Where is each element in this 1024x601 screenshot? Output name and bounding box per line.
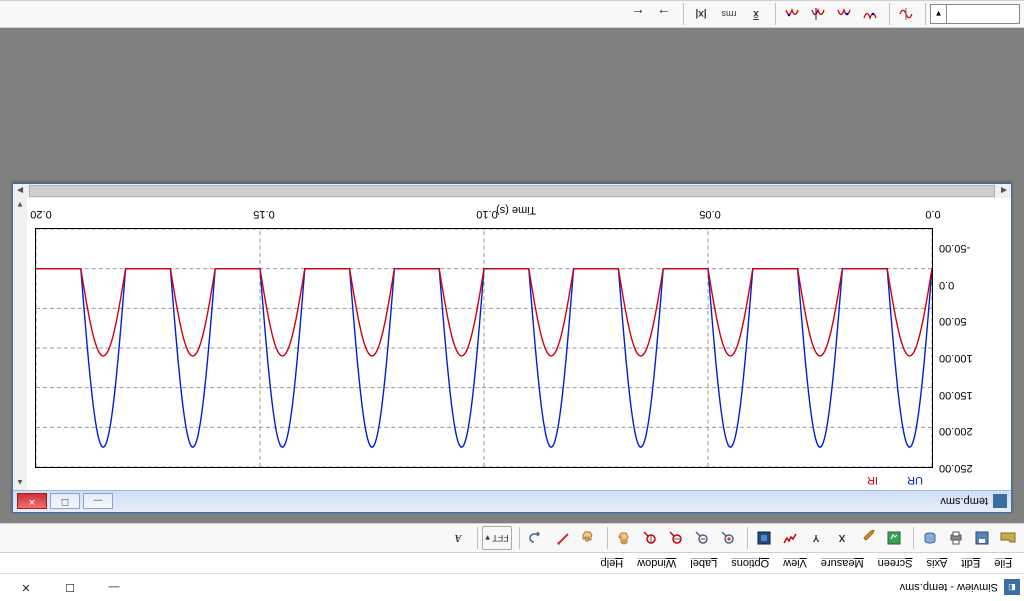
y-tick-label: 50.00 (939, 315, 1003, 327)
scroll-right-icon[interactable]: ▶ (13, 184, 27, 198)
waveform-min-icon[interactable] (858, 2, 882, 26)
menubar: File Edit Axis Screen Measure View Optio… (0, 553, 1024, 573)
x-axis-button[interactable]: X (830, 526, 854, 550)
menu-axis[interactable]: Axis (920, 556, 953, 570)
child-window-temp-smv: temp.smv — ☐ ✕ UR IR -50.00 0.0 50.00 100.0… (12, 183, 1012, 513)
x-tick-label: 0.20 (30, 208, 51, 220)
y-tick-label: 200.00 (939, 425, 1003, 437)
window-title: Simview - temp.smv (136, 582, 998, 594)
plot-canvas[interactable]: UR IR -50.00 0.0 50.00 100.00 150.00 200.00 25… (29, 202, 1003, 486)
chevron-down-icon[interactable]: ▼ (931, 5, 947, 23)
menu-measure[interactable]: Measure (815, 556, 870, 570)
menu-edit[interactable]: Edit (955, 556, 986, 570)
redraw-icon[interactable] (882, 526, 906, 550)
measure-tool-icon[interactable] (550, 526, 574, 550)
main-toolbar: X Y FFT ▾ A (0, 523, 1024, 553)
export-icon[interactable] (918, 526, 942, 550)
scroll-down-icon[interactable]: ▼ (13, 198, 27, 212)
fft-button[interactable]: FFT ▾ (482, 526, 512, 550)
app-icon: ◧ (1004, 580, 1020, 596)
plot-axes (35, 228, 933, 468)
child-hscrollbar[interactable]: ◀ ▶ (13, 184, 1011, 198)
edit-icon[interactable] (856, 526, 880, 550)
x-tick-label: 0.0 (925, 208, 940, 220)
abs-button[interactable]: |x| (688, 2, 714, 26)
waveform-peak-icon[interactable] (780, 2, 804, 26)
mdi-area: temp.smv — ☐ ✕ UR IR -50.00 0.0 50.00 100.0… (0, 28, 1024, 523)
child-body: UR IR -50.00 0.0 50.00 100.00 150.00 200.00 25… (13, 198, 1011, 490)
y-tick-label: 0.0 (939, 279, 1003, 291)
hand-grab-icon[interactable] (576, 526, 600, 550)
hand-icon[interactable] (612, 526, 636, 550)
menu-options[interactable]: Options (725, 556, 775, 570)
legend-entry-ur: UR (907, 474, 923, 486)
y-tick-label: 250.00 (939, 462, 1003, 474)
next-button[interactable]: → (652, 2, 676, 26)
zoom-y-icon[interactable] (638, 526, 662, 550)
menu-file[interactable]: File (988, 556, 1018, 570)
rms-button[interactable]: rms (716, 2, 742, 26)
zoom-out-icon[interactable] (690, 526, 714, 550)
autoscale-icon[interactable] (778, 526, 802, 550)
waveform-max-icon[interactable] (832, 2, 856, 26)
legend-entry-ir: IR (867, 474, 878, 486)
hscroll-thumb[interactable] (29, 185, 995, 197)
annotate-button[interactable]: A (446, 526, 470, 550)
trace-select-combo[interactable]: ▼ (930, 4, 1020, 24)
y-axis-button[interactable]: Y (804, 526, 828, 550)
menu-window[interactable]: Window (631, 556, 682, 570)
waveform-1-icon[interactable] (894, 2, 918, 26)
prev-button[interactable]: ← (626, 2, 650, 26)
print-icon[interactable] (944, 526, 968, 550)
minimize-button[interactable]: — (92, 575, 136, 601)
x-axis-label: Time (s) (496, 204, 536, 216)
menu-view[interactable]: View (777, 556, 813, 570)
secondary-toolbar: ▼ x̄ rms |x| → ← (0, 0, 1024, 28)
child-vscrollbar[interactable]: ▲ ▼ (13, 198, 27, 490)
scroll-up-icon[interactable]: ▲ (13, 476, 27, 490)
menu-screen[interactable]: Screen (872, 556, 919, 570)
y-tick-label: 100.00 (939, 352, 1003, 364)
x-tick-label: 0.10 (476, 208, 497, 220)
maximize-button[interactable]: ☐ (48, 575, 92, 601)
mean-button[interactable]: x̄ (744, 2, 768, 26)
zoom-x-icon[interactable] (664, 526, 688, 550)
undo-icon[interactable] (524, 526, 548, 550)
document-icon (993, 495, 1007, 509)
zoom-area-icon[interactable] (752, 526, 776, 550)
child-titlebar[interactable]: temp.smv — ☐ ✕ (13, 490, 1011, 512)
child-close-button[interactable]: ✕ (17, 494, 47, 510)
open-icon[interactable] (996, 526, 1020, 550)
window-titlebar: ◧ Simview - temp.smv — ☐ ✕ (0, 573, 1024, 601)
x-tick-label: 0.05 (699, 208, 720, 220)
child-maximize-button[interactable]: ☐ (50, 494, 80, 510)
y-tick-label: -50.00 (939, 242, 1003, 254)
y-tick-label: 150.00 (939, 389, 1003, 401)
scroll-left-icon[interactable]: ◀ (997, 184, 1011, 198)
child-title-text: temp.smv (116, 496, 988, 508)
x-tick-label: 0.15 (253, 208, 274, 220)
plot-legend: UR IR (867, 474, 923, 486)
waveform-cursor-icon[interactable] (806, 2, 830, 26)
save-icon[interactable] (970, 526, 994, 550)
zoom-in-icon[interactable] (716, 526, 740, 550)
close-button[interactable]: ✕ (4, 575, 48, 601)
menu-label[interactable]: Label (684, 556, 723, 570)
child-minimize-button[interactable]: — (83, 494, 113, 510)
menu-help[interactable]: Help (595, 556, 630, 570)
